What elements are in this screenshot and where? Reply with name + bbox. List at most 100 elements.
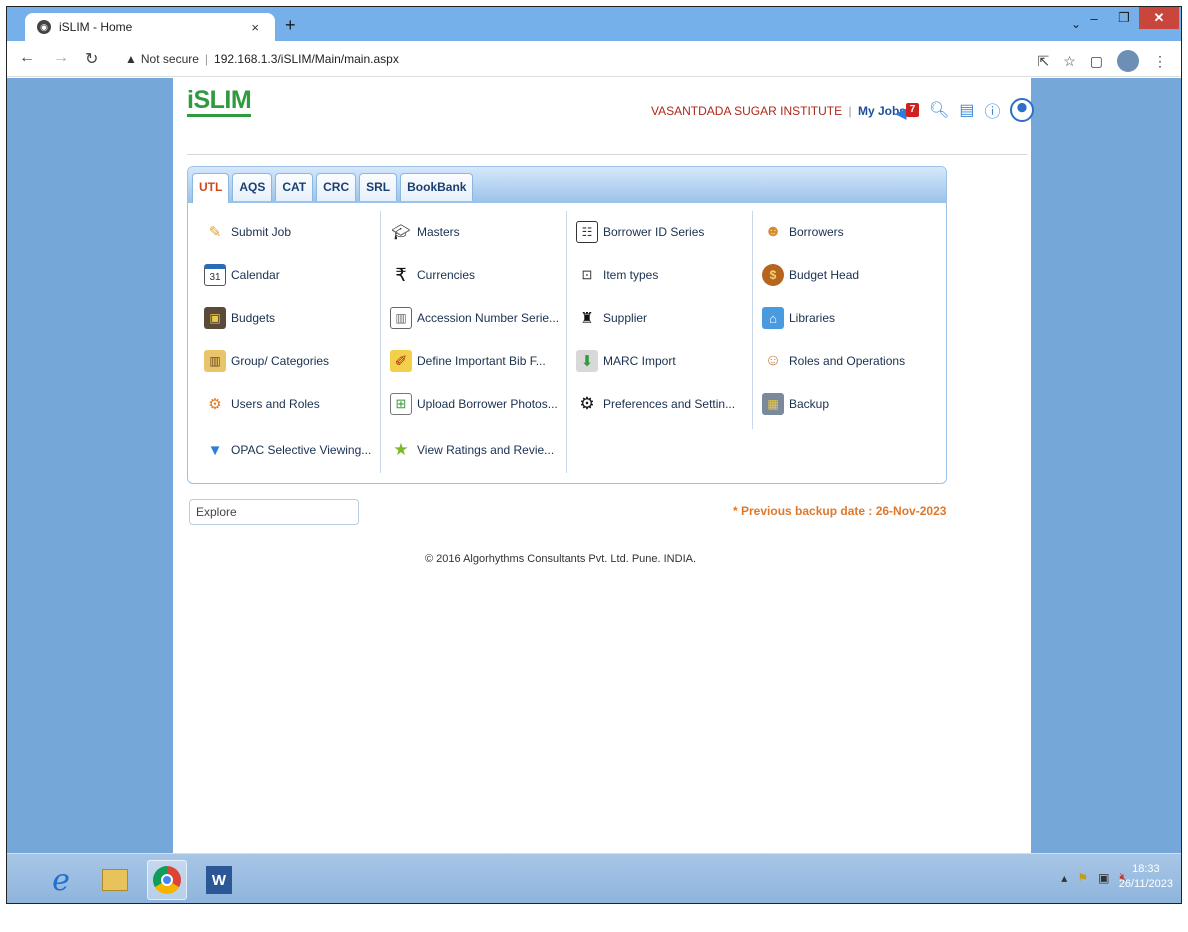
menu-label: Item types bbox=[603, 268, 659, 282]
minimize-icon[interactable]: – bbox=[1079, 7, 1109, 29]
supplier-icon: ♜ bbox=[580, 310, 594, 327]
tab-crc[interactable]: CRC bbox=[316, 173, 357, 201]
menu-label: Upload Borrower Photos... bbox=[417, 397, 558, 411]
search-icon[interactable]: 🔍︎ bbox=[929, 100, 949, 120]
menu-item-budget-head[interactable]: $ Budget Head bbox=[762, 264, 859, 286]
close-tab-icon[interactable]: × bbox=[251, 20, 259, 35]
taskbar: e W ▴ ⚑ ▣ 🔇︎ 18:33 26/11/2023 bbox=[7, 853, 1181, 903]
islim-logo[interactable]: iSLIM bbox=[187, 86, 252, 117]
window-close-icon[interactable]: ✕ bbox=[1139, 7, 1179, 29]
clock-time: 18:33 bbox=[1132, 863, 1160, 875]
backup-notice: * Previous backup date : 26-Nov-2023 bbox=[733, 504, 947, 518]
users-gear-icon: ⚙ bbox=[208, 396, 222, 413]
menu-item-opac-selective-viewing[interactable]: ▼ OPAC Selective Viewing... bbox=[204, 439, 372, 461]
module-panel: UTL AQS CAT CRC SRL BookBank ✎ Submit Jo… bbox=[187, 166, 947, 484]
pencil-icon: ✎ bbox=[208, 224, 222, 241]
show-hidden-icons-icon[interactable]: ▴ bbox=[1061, 871, 1067, 885]
explore-input[interactable]: Explore bbox=[189, 499, 359, 525]
menu-item-item-types[interactable]: ⊡ Item types bbox=[576, 264, 659, 286]
page-container: iSLIM VASANTDADA SUGAR INSTITUTE | My Jo… bbox=[173, 78, 1035, 853]
notifications-button[interactable]: ◀ 7 bbox=[895, 101, 919, 122]
menu-label: Accession Number Serie... bbox=[417, 311, 560, 325]
menu-item-define-important-bib[interactable]: ✐ Define Important Bib F... bbox=[390, 350, 546, 372]
system-tray: ▴ ⚑ ▣ 🔇︎ bbox=[1061, 870, 1127, 885]
menu-kebab-icon[interactable]: ⋮ bbox=[1153, 53, 1167, 70]
menu-column-3: ☷ Borrower ID Series ⊡ Item types ♜ Supp… bbox=[576, 211, 754, 481]
menu-label: Backup bbox=[789, 397, 830, 411]
menu-item-roles-and-operations[interactable]: ☺ Roles and Operations bbox=[762, 350, 905, 372]
menu-label: Budget Head bbox=[789, 268, 860, 282]
note-pen-icon: ✐ bbox=[390, 350, 412, 372]
globe-icon: ◉ bbox=[37, 20, 51, 34]
menu-column-4: ☻ Borrowers $ Budget Head ⌂ Libraries ☺ … bbox=[762, 211, 942, 481]
chrome-icon[interactable] bbox=[147, 860, 187, 900]
menu-item-libraries[interactable]: ⌂ Libraries bbox=[762, 307, 835, 329]
user-avatar-icon[interactable] bbox=[1010, 98, 1035, 122]
menu-item-upload-borrower-photos[interactable]: ⊞ Upload Borrower Photos... bbox=[390, 393, 558, 415]
menu-label: OPAC Selective Viewing... bbox=[231, 443, 372, 457]
warning-icon: ▲ bbox=[125, 52, 137, 66]
tab-srl[interactable]: SRL bbox=[359, 173, 398, 201]
roles-icon: ☺ bbox=[764, 352, 782, 369]
new-tab-button[interactable]: + bbox=[285, 15, 296, 36]
menu-label: Calendar bbox=[231, 268, 280, 282]
menu-item-calendar[interactable]: 31 Calendar bbox=[204, 264, 280, 286]
browser-tab[interactable]: ◉ iSLIM - Home × bbox=[25, 13, 275, 41]
browser-tab-title: iSLIM - Home bbox=[59, 20, 133, 34]
address-bar: ← → ↻ ▲ Not secure | 192.168.1.3/iSLIM/M… bbox=[7, 41, 1181, 77]
menu-item-borrower-id-series[interactable]: ☷ Borrower ID Series bbox=[576, 221, 704, 243]
document-icon[interactable]: ▤ bbox=[959, 100, 974, 120]
profile-avatar-icon[interactable] bbox=[1117, 50, 1139, 72]
tab-utl[interactable]: UTL bbox=[192, 173, 230, 203]
menu-item-borrowers[interactable]: ☻ Borrowers bbox=[762, 221, 844, 243]
column-divider bbox=[752, 211, 753, 429]
menu-item-masters[interactable]: 🎓︎ Masters bbox=[390, 221, 459, 243]
menu-label: Borrowers bbox=[789, 225, 844, 239]
calendar-icon: 31 bbox=[204, 264, 226, 286]
menu-item-accession-number-series[interactable]: ▥ Accession Number Serie... bbox=[390, 307, 559, 329]
organization-name: VASANTDADA SUGAR INSTITUTE bbox=[651, 104, 843, 118]
menu-item-view-ratings-and-reviews[interactable]: ★ View Ratings and Revie... bbox=[390, 439, 554, 461]
menu-item-marc-import[interactable]: ⬇ MARC Import bbox=[576, 350, 676, 372]
taskbar-clock[interactable]: 18:33 26/11/2023 bbox=[1119, 862, 1173, 892]
item-types-icon: ⊡ bbox=[581, 267, 593, 282]
menu-item-preferences-and-settings[interactable]: ⚙ Preferences and Settin... bbox=[576, 393, 735, 415]
side-panel-icon[interactable]: ▢ bbox=[1090, 53, 1103, 70]
tab-cat[interactable]: CAT bbox=[275, 173, 314, 201]
share-icon[interactable]: ⇱ bbox=[1037, 53, 1049, 70]
restore-icon[interactable]: ❐ bbox=[1109, 7, 1139, 29]
menu-label: MARC Import bbox=[603, 354, 676, 368]
menu-label: Users and Roles bbox=[231, 397, 320, 411]
shelf-icon: ▥ bbox=[390, 307, 412, 329]
internet-explorer-icon[interactable]: e bbox=[41, 860, 81, 900]
menu-label: Define Important Bib F... bbox=[417, 354, 546, 368]
rupee-icon: ₹ bbox=[395, 264, 407, 285]
file-explorer-icon[interactable] bbox=[95, 860, 135, 900]
menu-item-supplier[interactable]: ♜ Supplier bbox=[576, 307, 647, 329]
menu-label: Budgets bbox=[231, 311, 276, 325]
back-icon[interactable]: ← bbox=[19, 49, 35, 67]
column-divider bbox=[380, 211, 381, 473]
bookmark-star-icon[interactable]: ☆ bbox=[1063, 53, 1076, 70]
menu-item-currencies[interactable]: ₹ Currencies bbox=[390, 264, 475, 286]
tab-aqs[interactable]: AQS bbox=[232, 173, 273, 201]
help-icon[interactable]: ⓘ bbox=[984, 98, 1000, 122]
browser-viewport: iSLIM VASANTDADA SUGAR INSTITUTE | My Jo… bbox=[7, 78, 1181, 853]
menu-item-budgets[interactable]: ▣ Budgets bbox=[204, 307, 275, 329]
menu-item-users-and-roles[interactable]: ⚙ Users and Roles bbox=[204, 393, 320, 415]
menu-item-group-categories[interactable]: ▥ Group/ Categories bbox=[204, 350, 329, 372]
word-icon[interactable]: W bbox=[199, 860, 239, 900]
network-icon[interactable]: ▣ bbox=[1098, 871, 1109, 885]
screen: ◉ iSLIM - Home × + ⌄ – ❐ ✕ ← → ↻ ▲ Not s… bbox=[6, 6, 1182, 904]
action-center-flag-icon[interactable]: ⚑ bbox=[1077, 871, 1088, 885]
menu-item-submit-job[interactable]: ✎ Submit Job bbox=[204, 221, 291, 243]
import-icon: ⬇ bbox=[576, 350, 598, 372]
url-separator: | bbox=[204, 52, 209, 66]
forward-icon[interactable]: → bbox=[53, 49, 69, 67]
folder-icon: ▥ bbox=[204, 350, 226, 372]
tab-bookbank[interactable]: BookBank bbox=[400, 173, 474, 201]
url-field[interactable]: ▲ Not secure | 192.168.1.3/iSLIM/Main/ma… bbox=[125, 47, 399, 71]
reload-icon[interactable]: ↻ bbox=[85, 49, 98, 69]
menu-label: View Ratings and Revie... bbox=[417, 443, 555, 457]
menu-item-backup[interactable]: ▦ Backup bbox=[762, 393, 829, 415]
